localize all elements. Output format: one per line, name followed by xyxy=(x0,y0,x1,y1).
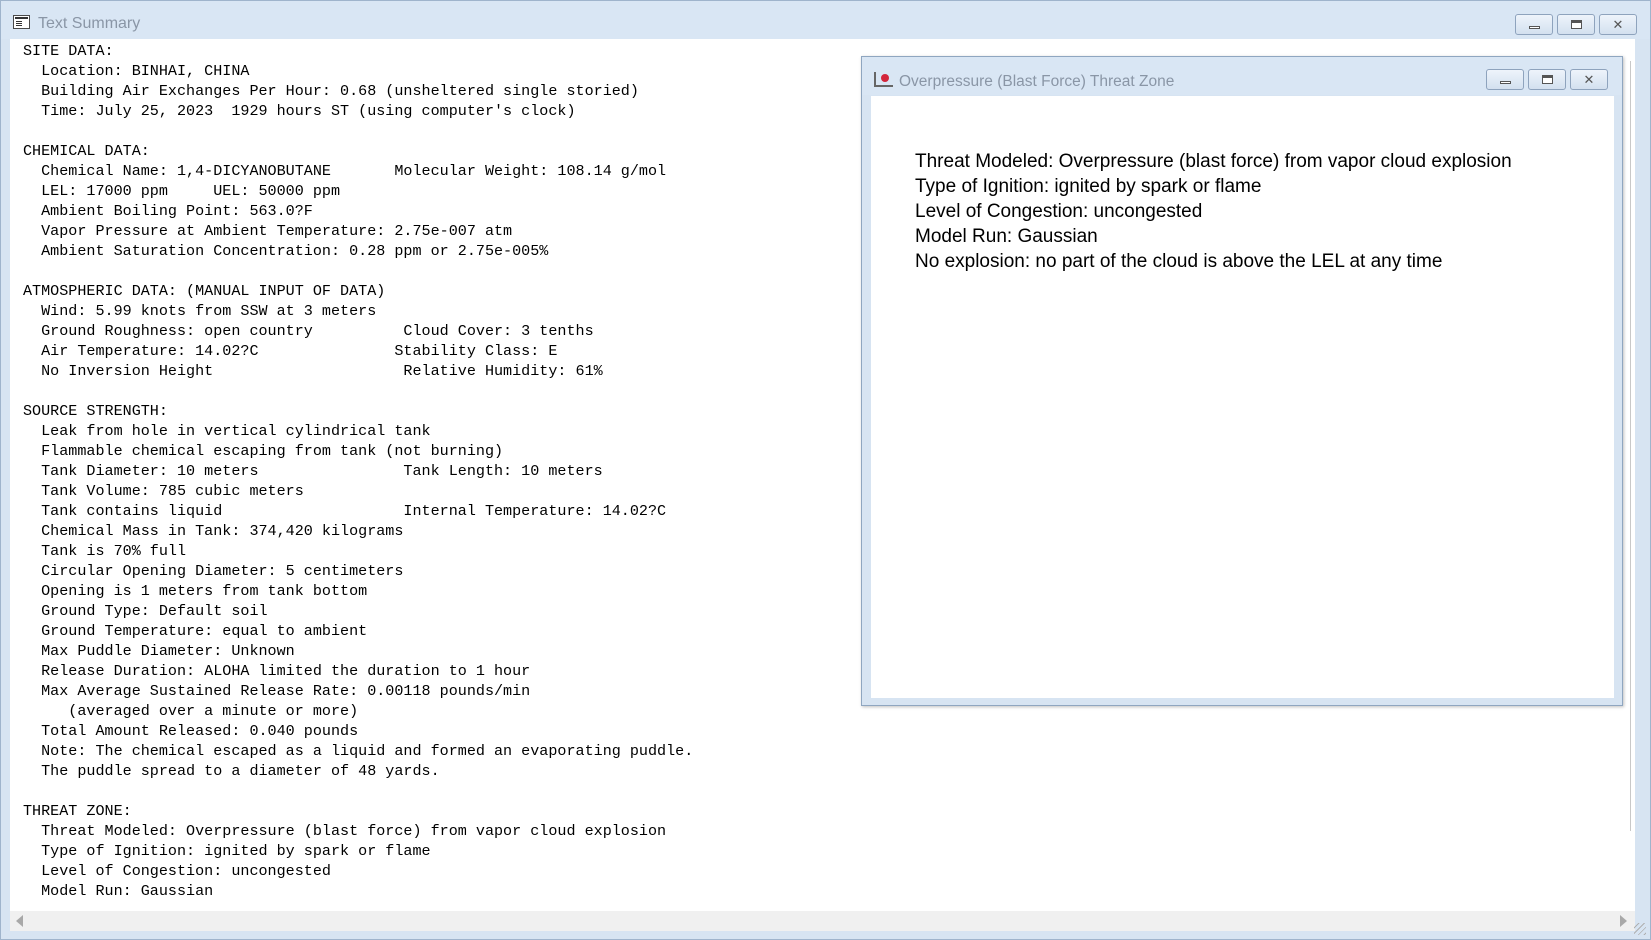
vertical-divider xyxy=(1630,61,1631,831)
ignition-type-text: Type of Ignition: ignited by spark or fl… xyxy=(915,176,1262,197)
congestion-level-text: Level of Congestion: uncongested xyxy=(915,201,1203,222)
threat-modeled-text: Threat Modeled: Overpressure (blast forc… xyxy=(915,151,1512,172)
scroll-right-arrow-icon[interactable] xyxy=(1620,915,1627,927)
horizontal-scrollbar[interactable] xyxy=(10,911,1635,931)
child-close-button[interactable] xyxy=(1570,69,1608,90)
main-maximize-button[interactable] xyxy=(1557,14,1595,35)
threat-zone-content: Threat Modeled: Overpressure (blast forc… xyxy=(871,96,1614,698)
summary-report-text: SITE DATA: Location: BINHAI, CHINA Build… xyxy=(23,42,694,900)
scroll-left-arrow-icon[interactable] xyxy=(16,915,23,927)
child-window-title: Overpressure (Blast Force) Threat Zone xyxy=(899,73,1175,90)
no-explosion-text: No explosion: no part of the cloud is ab… xyxy=(915,251,1443,272)
main-window-title: Text Summary xyxy=(38,15,141,32)
text-summary-app-icon xyxy=(13,15,30,29)
main-title-bar[interactable]: Text Summary xyxy=(1,1,1650,39)
child-maximize-button[interactable] xyxy=(1528,69,1566,90)
threat-zone-chart-icon xyxy=(874,72,893,87)
main-close-button[interactable] xyxy=(1599,14,1637,35)
child-title-bar[interactable]: Overpressure (Blast Force) Threat Zone xyxy=(862,57,1622,95)
text-summary-window: Text Summary SITE DATA: Location: BINHAI… xyxy=(0,0,1651,940)
main-minimize-button[interactable] xyxy=(1515,14,1553,35)
resize-grip-icon[interactable] xyxy=(1634,923,1646,935)
model-run-text: Model Run: Gaussian xyxy=(915,226,1098,247)
child-minimize-button[interactable] xyxy=(1486,69,1524,90)
threat-zone-window: Overpressure (Blast Force) Threat Zone T… xyxy=(861,56,1623,706)
